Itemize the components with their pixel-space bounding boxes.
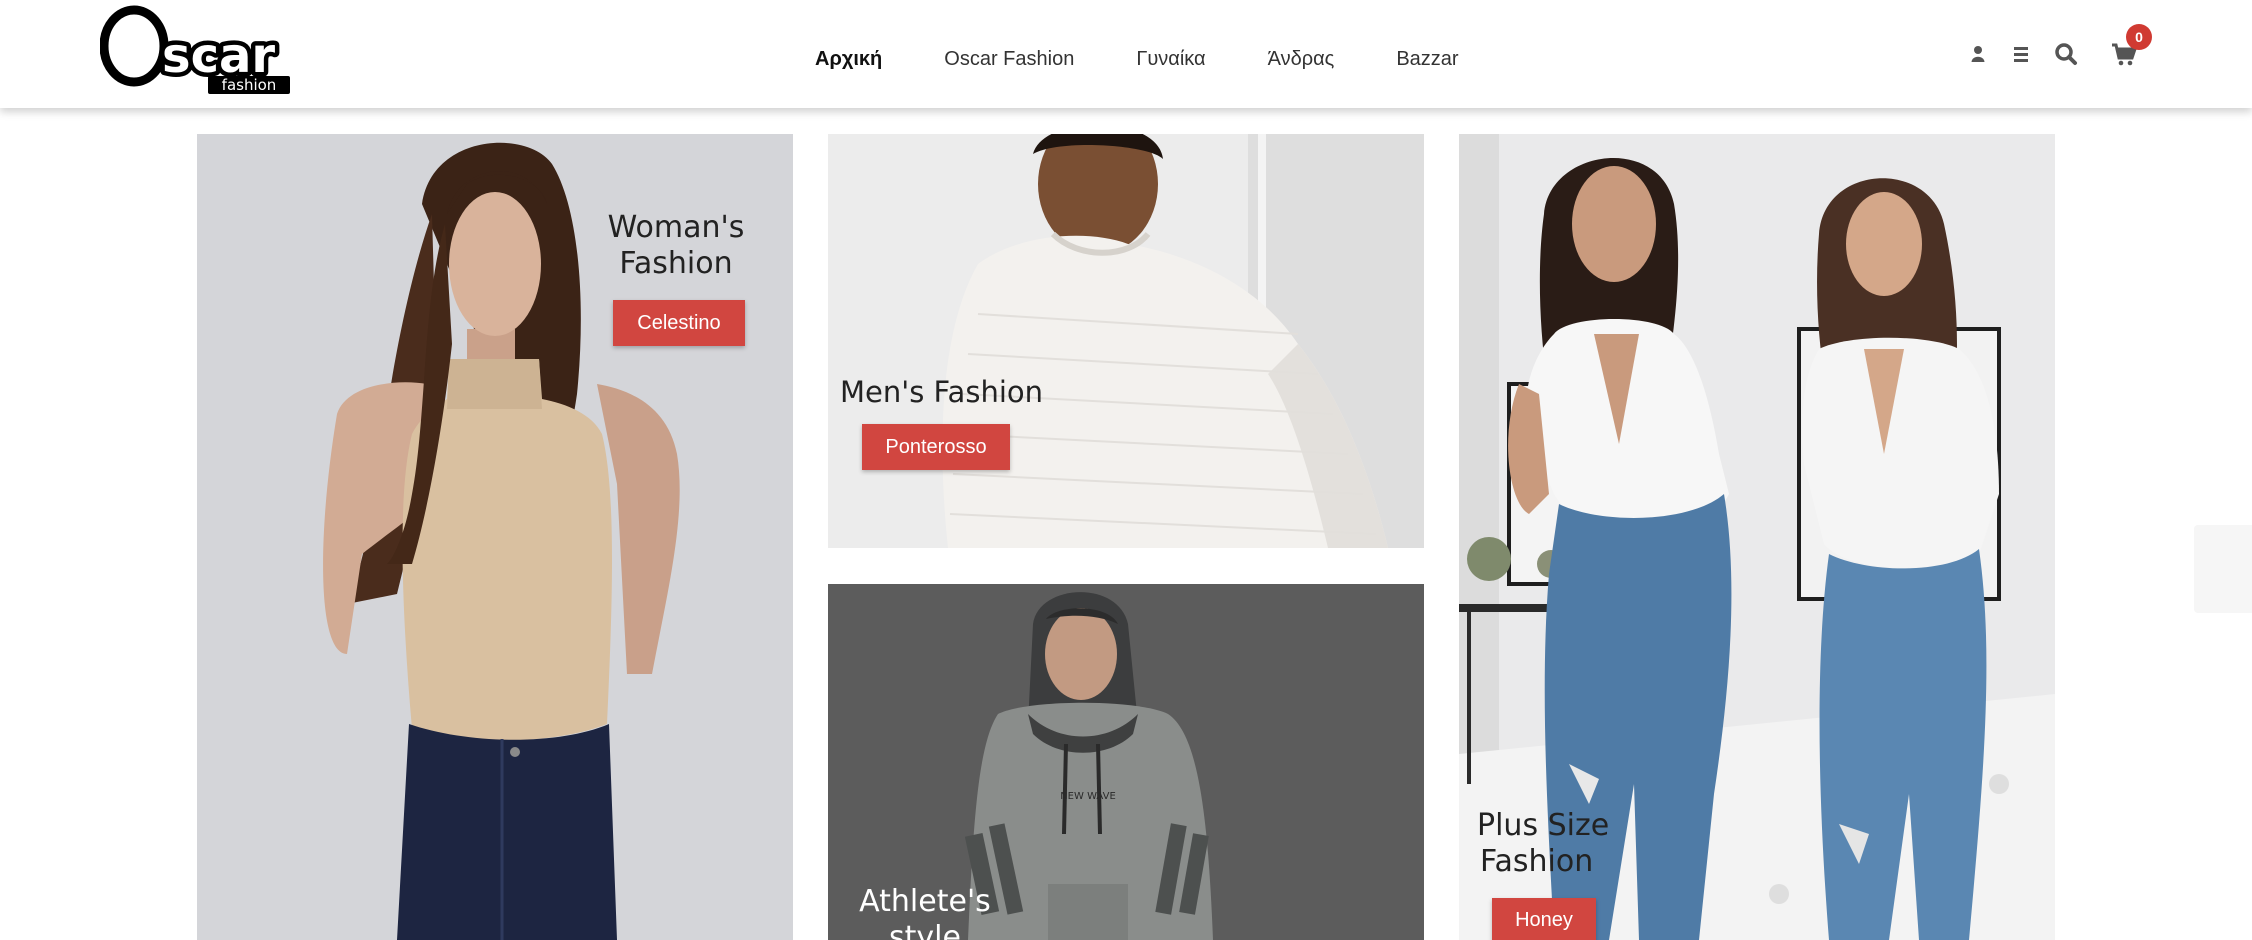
mens-fashion-title: Men's Fashion: [840, 375, 1043, 409]
svg-text:fashion: fashion: [222, 76, 277, 94]
side-panel-tab[interactable]: [2194, 525, 2252, 613]
athletes-style-title-line1: Athlete's: [859, 884, 991, 919]
nav-item-man[interactable]: Άνδρας: [1268, 48, 1335, 71]
menu-icon[interactable]: [2008, 40, 2038, 70]
womens-fashion-title-line1: Woman's: [607, 210, 745, 245]
nav-item-home[interactable]: Αρχική: [815, 48, 882, 71]
nav-item-woman[interactable]: Γυναίκα: [1136, 48, 1205, 71]
tile-womens-fashion[interactable]: Woman's Fashion Celestino: [197, 134, 793, 940]
womens-fashion-title: Woman's Fashion: [601, 210, 751, 282]
svg-text:NEW WAVE: NEW WAVE: [1060, 791, 1116, 802]
athletes-style-title-line2: style: [889, 920, 961, 940]
nav-item-bazzar[interactable]: Bazzar: [1396, 48, 1458, 71]
main-nav: Αρχική Oscar Fashion Γυναίκα Άνδρας Bazz…: [815, 0, 1521, 118]
ponterosso-button[interactable]: Ponterosso: [862, 424, 1010, 470]
cart-count-badge: 0: [2126, 24, 2152, 50]
nav-item-oscar-fashion[interactable]: Oscar Fashion: [944, 48, 1074, 71]
plus-size-fashion-title-line1: Plus Size: [1477, 808, 1610, 843]
search-icon[interactable]: [2052, 40, 2082, 70]
mens-fashion-image: [828, 134, 1424, 548]
plus-size-fashion-title-line2: Fashion: [1480, 844, 1594, 879]
user-icon[interactable]: [1968, 40, 1998, 70]
athletes-style-title: Athlete's style: [850, 884, 1000, 940]
tile-mens-fashion[interactable]: Men's Fashion Ponterosso: [828, 134, 1424, 548]
tile-plus-size-fashion[interactable]: Plus Size Fashion Honey: [1459, 134, 2055, 940]
oscar-fashion-logo[interactable]: scar scar fashion: [99, 4, 300, 96]
womens-fashion-title-line2: Fashion: [619, 246, 733, 281]
celestino-button[interactable]: Celestino: [613, 300, 745, 346]
honey-button[interactable]: Honey: [1492, 898, 1596, 940]
plus-size-fashion-title: Plus Size Fashion: [1477, 808, 1627, 880]
tile-athletes-style[interactable]: NEW WAVE Athlete's style: [828, 584, 1424, 940]
site-header: scar scar fashion Αρχική Oscar Fashion Γ…: [0, 0, 2252, 108]
